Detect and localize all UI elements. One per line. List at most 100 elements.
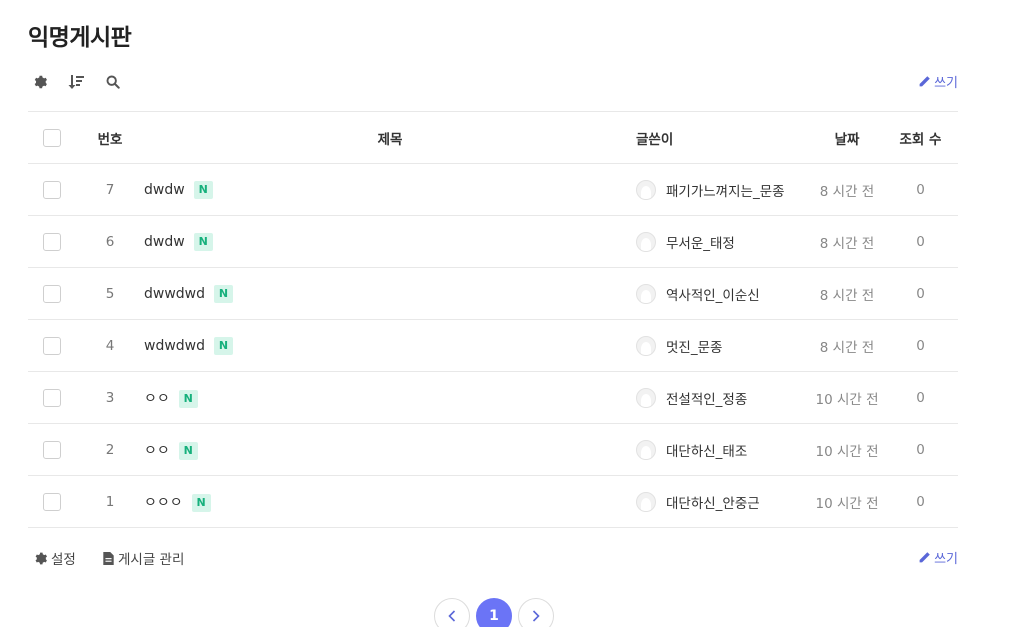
sort-icon[interactable] [64,70,88,94]
writer-name: 대단하신_안중근 [666,495,760,512]
header-date[interactable]: 날짜 [811,111,883,164]
table-header-row: 번호 제목 글쓴이 날짜 조회 수 [28,111,958,164]
table-row[interactable]: 1 ㅇㅇㅇ N 대단하신_안중근 10 시간 전 0 [28,475,958,528]
post-title[interactable]: ㅇㅇ [144,391,170,407]
post-views: 0 [883,423,958,476]
post-title[interactable]: dwdw [144,234,185,250]
row-checkbox[interactable] [43,284,61,303]
post-date: 8 시간 전 [811,163,883,216]
post-views: 0 [883,371,958,424]
header-number[interactable]: 번호 [76,111,144,164]
settings-button[interactable]: 설정 [34,548,76,568]
new-badge: N [214,336,234,355]
gear-icon[interactable] [28,70,52,94]
post-number: 7 [76,163,144,216]
row-checkbox[interactable] [43,492,61,511]
table-row[interactable]: 2 ㅇㅇ N 대단하신_태조 10 시간 전 0 [28,423,958,476]
post-writer[interactable]: 대단하신_안중근 [636,491,811,512]
write-label: 쓰기 [934,76,958,91]
post-title[interactable]: ㅇㅇㅇ [144,495,183,511]
chevron-left-icon [448,610,456,622]
post-views: 0 [883,475,958,528]
table-row[interactable]: 6 dwdw N 무서운_태정 8 시간 전 0 [28,215,958,268]
chevron-right-icon [532,610,540,622]
manage-label: 게시글 관리 [118,552,185,568]
search-icon[interactable] [101,70,125,94]
settings-label: 설정 [51,552,76,568]
avatar [636,491,656,512]
new-badge: N [193,232,213,251]
post-number: 3 [76,371,144,424]
avatar [636,335,656,356]
new-badge: N [193,180,213,199]
writer-name: 무서운_태정 [666,235,735,252]
writer-name: 역사적인_이순신 [666,287,760,304]
write-link-top[interactable]: 쓰기 [918,72,958,91]
post-date: 8 시간 전 [811,267,883,320]
table-row[interactable]: 3 ㅇㅇ N 전설적인_정종 10 시간 전 0 [28,371,958,424]
post-date: 8 시간 전 [811,215,883,268]
row-checkbox[interactable] [43,336,61,355]
row-checkbox[interactable] [43,388,61,407]
new-badge: N [214,284,234,303]
post-title[interactable]: wdwdwd [144,338,205,354]
writer-name: 패기가느껴지는_문종 [666,183,785,200]
post-views: 0 [883,163,958,216]
avatar [636,439,656,460]
write-link-bottom[interactable]: 쓰기 [918,548,958,567]
post-writer[interactable]: 패기가느껴지는_문종 [636,179,811,200]
post-date: 8 시간 전 [811,319,883,372]
row-checkbox[interactable] [43,232,61,251]
header-title[interactable]: 제목 [144,111,636,164]
table-row[interactable]: 5 dwwdwd N 역사적인_이순신 8 시간 전 0 [28,267,958,320]
board-toolbar: 쓰기 [28,70,958,94]
new-badge: N [178,441,198,460]
post-table: 번호 제목 글쓴이 날짜 조회 수 7 dwdw N 패기가느껴지는_문종 8 시… [28,111,958,528]
page-button-current[interactable]: 1 [476,598,512,627]
writer-name: 전설적인_정종 [666,391,748,408]
avatar [636,387,656,408]
post-title[interactable]: ㅇㅇ [144,443,170,459]
avatar [636,231,656,252]
post-number: 4 [76,319,144,372]
post-date: 10 시간 전 [811,475,883,528]
post-writer[interactable]: 대단하신_태조 [636,439,811,460]
header-views[interactable]: 조회 수 [883,111,958,164]
post-number: 6 [76,215,144,268]
row-checkbox[interactable] [43,180,61,199]
table-row[interactable]: 4 wdwdwd N 멋진_문종 8 시간 전 0 [28,319,958,372]
post-date: 10 시간 전 [811,371,883,424]
avatar [636,283,656,304]
post-number: 1 [76,475,144,528]
post-writer[interactable]: 전설적인_정종 [636,387,811,408]
prev-page-button[interactable] [434,598,470,627]
board-footer: 설정 게시글 관리 쓰기 [28,548,958,570]
post-title[interactable]: dwwdwd [144,286,205,302]
write-label: 쓰기 [934,552,958,567]
post-number: 5 [76,267,144,320]
page-title: 익명게시판 [28,25,132,51]
gear-icon [35,552,47,564]
avatar [636,179,656,200]
writer-name: 멋진_문종 [666,339,723,356]
header-writer[interactable]: 글쓴이 [636,111,811,164]
row-checkbox[interactable] [43,440,61,459]
post-number: 2 [76,423,144,476]
post-writer[interactable]: 무서운_태정 [636,231,811,252]
post-title[interactable]: dwdw [144,182,185,198]
table-row[interactable]: 7 dwdw N 패기가느껴지는_문종 8 시간 전 0 [28,163,958,216]
post-writer[interactable]: 멋진_문종 [636,335,811,356]
document-icon [103,551,114,565]
post-views: 0 [883,319,958,372]
select-all-checkbox[interactable] [43,128,61,147]
post-views: 0 [883,267,958,320]
pencil-icon [919,552,930,563]
post-writer[interactable]: 역사적인_이순신 [636,283,811,304]
next-page-button[interactable] [518,598,554,627]
new-badge: N [178,389,198,408]
pencil-icon [919,76,930,87]
post-views: 0 [883,215,958,268]
writer-name: 대단하신_태조 [666,443,748,460]
pagination: 1 [434,598,554,627]
manage-posts-button[interactable]: 게시글 관리 [103,548,184,568]
